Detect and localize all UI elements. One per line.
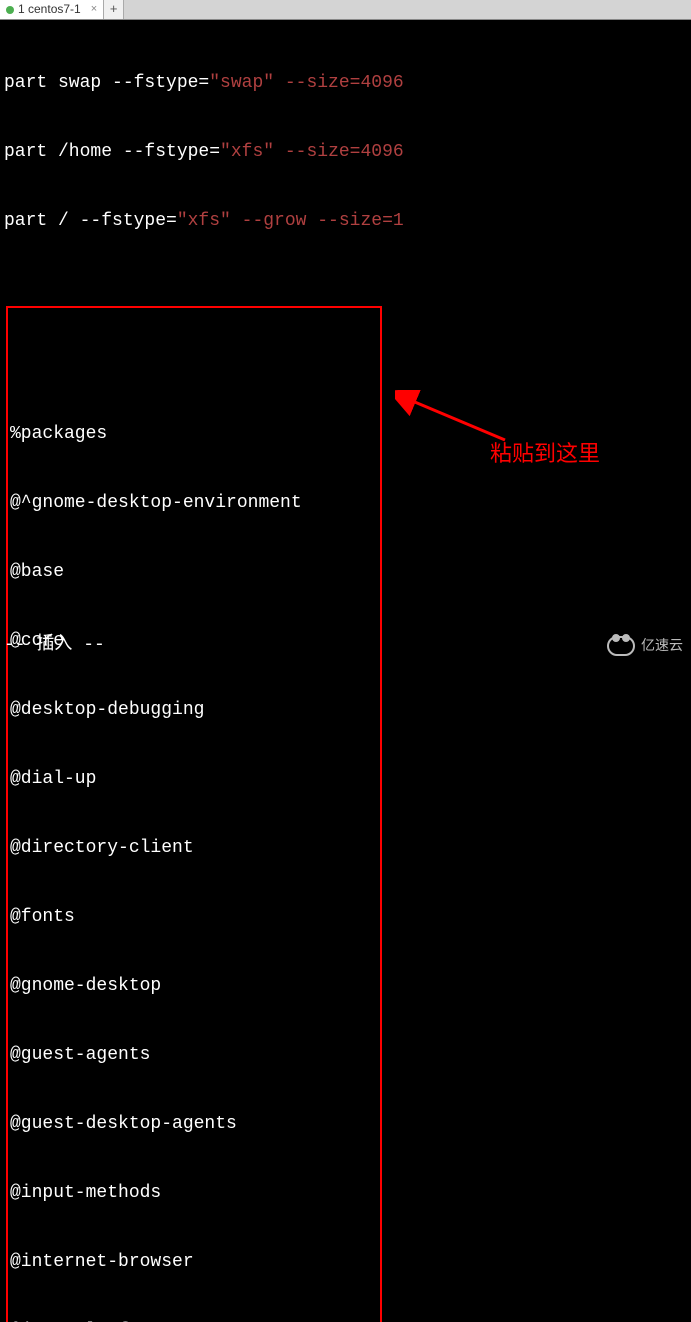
code-line: part / --fstype="xfs" --grow --size=1: [4, 210, 687, 233]
code-line: @gnome-desktop: [10, 975, 378, 998]
code-line: @java-platform: [10, 1320, 378, 1322]
annotation-text: 粘贴到这里: [490, 442, 600, 465]
code-line: @guest-agents: [10, 1044, 378, 1067]
tab-active[interactable]: 1 centos7-1 ×: [0, 0, 104, 19]
code-line: @dial-up: [10, 768, 378, 791]
status-dot-icon: [6, 6, 14, 14]
code-line: @guest-desktop-agents: [10, 1113, 378, 1136]
vim-status-line: -- 插入 --: [4, 634, 105, 657]
code-line: @base: [10, 561, 378, 584]
plus-icon: +: [110, 0, 118, 21]
watermark: 亿速云: [607, 634, 683, 657]
add-tab-button[interactable]: +: [104, 0, 124, 19]
code-line: %packages: [10, 423, 378, 446]
code-line: @^gnome-desktop-environment: [10, 492, 378, 515]
code-line: [10, 354, 378, 377]
tab-label: 1 centos7-1: [18, 0, 81, 21]
code-line: @desktop-debugging: [10, 699, 378, 722]
highlighted-box: %packages @^gnome-desktop-environment @b…: [6, 306, 382, 1322]
code-line: @directory-client: [10, 837, 378, 860]
code-line: @internet-browser: [10, 1251, 378, 1274]
code-line: @fonts: [10, 906, 378, 929]
code-line: part swap --fstype="swap" --size=4096: [4, 72, 687, 95]
close-icon[interactable]: ×: [91, 0, 97, 21]
watermark-text: 亿速云: [641, 634, 683, 657]
tab-bar: 1 centos7-1 × +: [0, 0, 691, 20]
terminal-area[interactable]: part swap --fstype="swap" --size=4096 pa…: [0, 20, 691, 1322]
code-line: part /home --fstype="xfs" --size=4096: [4, 141, 687, 164]
cloud-icon: [607, 636, 635, 656]
code-line: @input-methods: [10, 1182, 378, 1205]
